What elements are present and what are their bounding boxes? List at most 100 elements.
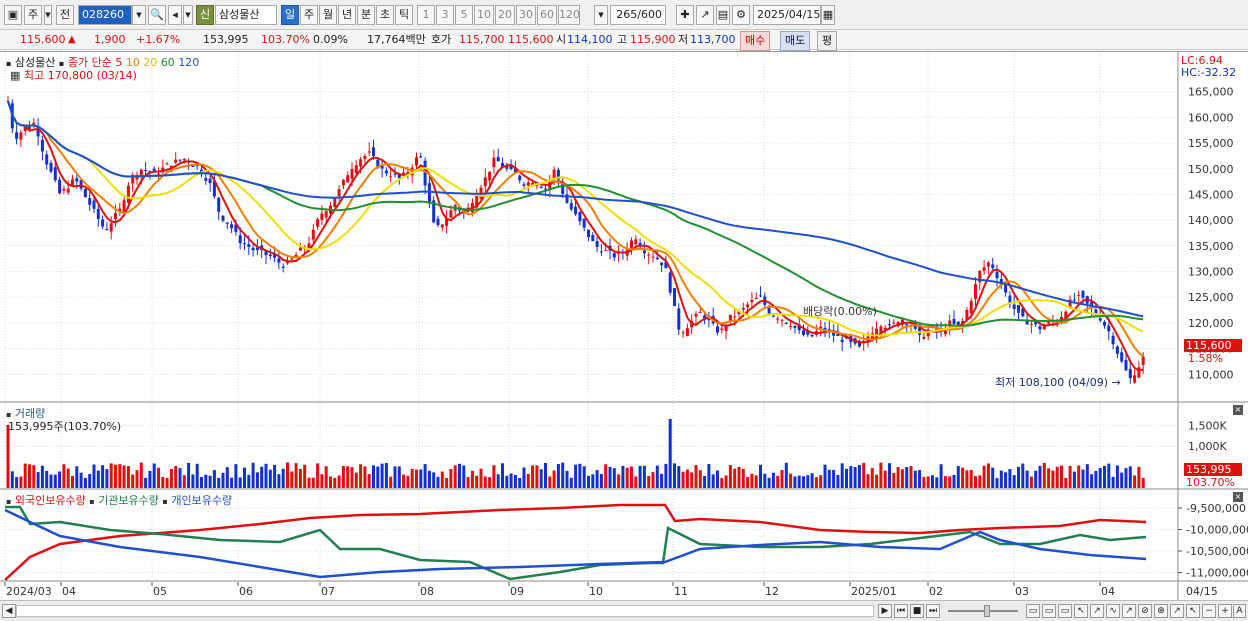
scroll-right-icon[interactable]: ▶ <box>878 604 892 618</box>
tab-minute[interactable]: 분 <box>357 5 375 25</box>
candle-body <box>1077 294 1081 296</box>
calendar-icon[interactable]: ▦ <box>821 5 835 25</box>
scroll-end-icon[interactable]: ⏭ <box>926 604 940 618</box>
low-price: 113,700 <box>690 33 736 46</box>
interval-button-1[interactable]: 1 <box>417 5 435 25</box>
volume-close-icon[interactable]: × <box>1233 405 1243 415</box>
volume-bar <box>832 470 836 488</box>
volume-bar <box>1068 465 1072 488</box>
layout-icon-3[interactable]: ▭ <box>1058 604 1072 618</box>
chart-canvas[interactable]: 165,000 160,000 155,000 150,000 145,000 140,0… <box>0 52 1248 602</box>
scroll-start-icon[interactable]: ⏮ <box>894 604 908 618</box>
candle-body <box>1120 352 1124 362</box>
draw-icon-6[interactable]: ⊕ <box>1154 604 1168 618</box>
volume-note: 153,995주(103.70%) <box>8 420 122 433</box>
volume-bar <box>221 472 225 488</box>
draw-icon-2[interactable]: ↗ <box>1090 604 1104 618</box>
font-size-icon[interactable]: A <box>1233 604 1246 618</box>
tab-year[interactable]: 년 <box>338 5 356 25</box>
interval-button-3[interactable]: 3 <box>436 5 454 25</box>
prev-button[interactable]: 전 <box>56 5 74 25</box>
chart-area[interactable]: 165,000 160,000 155,000 150,000 145,000 140,0… <box>0 51 1248 601</box>
draw-icon-7[interactable]: ↗ <box>1170 604 1184 618</box>
volume-bar <box>225 467 229 488</box>
stock-name-field[interactable]: 삼성물산 <box>215 5 277 25</box>
zoom-slider-handle[interactable] <box>984 605 990 617</box>
layout-icon-1[interactable]: ▭ <box>1026 604 1040 618</box>
volume-bar <box>462 465 466 488</box>
draw-icon-5[interactable]: ⊘ <box>1138 604 1152 618</box>
interval-button-5[interactable]: 5 <box>455 5 473 25</box>
legend-ma-20: 20 <box>143 56 158 69</box>
volume-bar <box>105 469 109 488</box>
holding-close-icon[interactable]: × <box>1233 492 1243 502</box>
candle-body <box>1081 291 1085 298</box>
open-label: 시 <box>556 33 567 46</box>
tab-day-label: 일 <box>284 8 296 21</box>
interval-button-60[interactable]: 60 <box>537 5 557 25</box>
period-select[interactable]: 주 <box>24 5 42 25</box>
scroll-left-icon[interactable]: ◀ <box>2 604 16 618</box>
volume-bar <box>139 462 143 488</box>
interval-button-120[interactable]: 120 <box>558 5 580 25</box>
volume-bar <box>53 474 57 488</box>
interval-button-30[interactable]: 30 <box>516 5 536 25</box>
speaker-dropdown-icon[interactable]: ▼ <box>183 5 193 25</box>
volume-bar <box>664 463 668 488</box>
volume-bar <box>716 470 719 488</box>
draw-icon-3[interactable]: ∿ <box>1106 604 1120 618</box>
volume-bar <box>187 462 191 488</box>
crosshair-icon[interactable]: ✚ <box>676 5 694 25</box>
date-input[interactable]: 2025/04/15 <box>753 5 821 25</box>
tab-month-label: 월 <box>322 8 334 21</box>
scroll-track[interactable] <box>16 605 874 617</box>
volume-bar <box>806 475 810 488</box>
candle-body <box>62 188 66 191</box>
volume-bar <box>380 463 384 488</box>
speaker-icon[interactable]: ◂ <box>168 5 182 25</box>
volume-bar <box>737 466 741 488</box>
tab-day[interactable]: 일 <box>281 5 299 25</box>
volume-bar <box>1064 477 1068 488</box>
tab-week[interactable]: 주 <box>300 5 318 25</box>
draw-icon-4[interactable]: ↗ <box>1122 604 1136 618</box>
zoom-in-icon[interactable]: + <box>1218 604 1232 618</box>
count-input[interactable]: 265/600 <box>610 5 666 25</box>
bottom-scrollbar[interactable]: ◀ ▶ ⏮ ■ ⏭ ▭ ▭ ▭ ↖ ↗ ∿ ↗ ⊘ ⊕ ↗ ↖ − + A <box>0 600 1248 621</box>
interval-button-10[interactable]: 10 <box>474 5 494 25</box>
buy-button[interactable]: 매수 <box>740 31 771 51</box>
draw-icon-1[interactable]: ↖ <box>1074 604 1088 618</box>
high-note-text: 최고 170,800 (03/14) <box>23 69 137 82</box>
interval-dropdown-icon[interactable]: ▼ <box>594 5 608 25</box>
eval-button[interactable]: 평 <box>817 31 838 51</box>
pointer-icon[interactable]: ↖ <box>1186 604 1200 618</box>
zoom-out-icon[interactable]: − <box>1202 604 1216 618</box>
gear-icon[interactable]: ⚙ <box>732 5 750 25</box>
legend-foreign: 외국인보유수량 <box>14 494 86 507</box>
candle-body <box>1017 305 1020 313</box>
zoom-slider[interactable] <box>948 610 1018 612</box>
volume-bar <box>1025 470 1029 488</box>
trend-tool-icon[interactable]: ↗ <box>696 5 714 25</box>
interval-button-20[interactable]: 20 <box>495 5 515 25</box>
chart-menu-icon[interactable]: ▣ <box>4 5 22 25</box>
search-icon[interactable]: 🔍 <box>148 5 166 25</box>
code-dropdown-icon[interactable]: ▼ <box>132 5 146 25</box>
layout-icon-2[interactable]: ▭ <box>1042 604 1056 618</box>
price-tick-label: 150,000 <box>1188 163 1234 176</box>
volume-bar <box>376 466 380 488</box>
candle-body <box>642 250 646 254</box>
candle-body <box>350 169 354 179</box>
tab-tick[interactable]: 틱 <box>395 5 413 25</box>
sell-button[interactable]: 매도 <box>780 31 811 51</box>
save-icon[interactable]: ▤ <box>716 5 730 25</box>
candle-body <box>660 262 664 266</box>
volume-bar <box>1012 475 1016 488</box>
stock-code-input[interactable]: 028260 <box>78 5 132 25</box>
volume-bar <box>690 472 694 488</box>
tab-month[interactable]: 월 <box>319 5 337 25</box>
period-dropdown-icon[interactable]: ▼ <box>44 5 52 25</box>
tab-second[interactable]: 초 <box>376 5 394 25</box>
volume-bar <box>862 462 866 488</box>
stop-icon[interactable]: ■ <box>910 604 924 618</box>
